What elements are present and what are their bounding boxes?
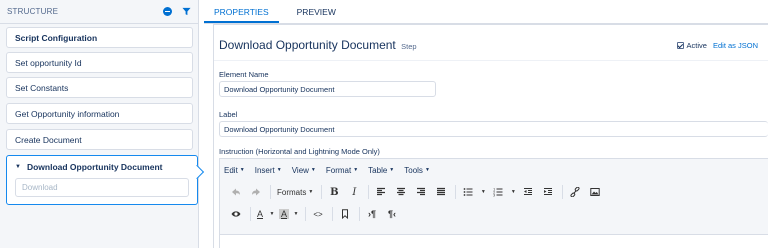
menu-label: Edit <box>224 165 238 175</box>
editor-toolbar-area: Edit ▼ Insert ▼ View ▼ Format ▼ Table ▼ Tools… <box>220 159 768 235</box>
properties-area: PROPERTIES PREVIEW Download Opportunity … <box>204 0 768 248</box>
menu-format[interactable]: Format ▼ <box>326 166 358 175</box>
menu-label: Table <box>368 165 388 175</box>
step-set-constants[interactable]: Set Constants <box>6 77 193 98</box>
tab-bar: PROPERTIES PREVIEW <box>204 0 768 24</box>
menu-label: View <box>291 165 309 175</box>
element-title-text: Download Opportunity Document <box>219 38 396 52</box>
step-script-configuration[interactable]: Script Configuration <box>6 27 193 48</box>
header-divider <box>214 60 768 61</box>
tab-preview[interactable]: PREVIEW <box>287 7 346 23</box>
menu-table[interactable]: Table ▼ <box>368 166 394 175</box>
menu-edit[interactable]: Edit ▼ <box>224 166 245 175</box>
outdent-icon[interactable] <box>519 184 537 200</box>
bullet-list-dropdown-icon[interactable]: ▼ <box>479 184 487 200</box>
instruction-label: Instruction (Horizontal and Lightning Mo… <box>219 147 380 156</box>
align-justify-icon[interactable] <box>432 184 450 200</box>
bookmark-icon[interactable] <box>336 206 354 222</box>
rtl-direction-icon[interactable]: ¶‹ <box>383 206 401 222</box>
label-input[interactable]: Download Opportunity Document <box>219 121 768 137</box>
preview-eye-icon[interactable] <box>227 206 245 222</box>
toolbar-separator <box>562 185 564 199</box>
active-step-header[interactable]: ▼ Download Opportunity Document <box>7 156 197 178</box>
active-toggle: Active Edit as JSON <box>676 41 758 50</box>
bullet-list-icon[interactable] <box>459 184 477 200</box>
toolbar-separator <box>305 207 306 221</box>
editor-toolbar-row-2: A ▼ A ▼ <> ›¶ ¶‹ <box>220 203 768 225</box>
numbered-list-icon[interactable]: 123 <box>489 184 507 200</box>
editor-menubar: Edit ▼ Insert ▼ View ▼ Format ▼ Table ▼ Tools… <box>220 159 768 181</box>
undo-icon[interactable] <box>227 184 245 200</box>
editor-content-area[interactable] <box>220 235 768 248</box>
image-icon[interactable] <box>586 184 604 200</box>
step-download-opportunity-document[interactable]: ▼ Download Opportunity Document Download <box>6 155 198 205</box>
structure-panel: STRUCTURE Script Configuration Set oppor… <box>0 0 199 248</box>
properties-panel: Download Opportunity Document Step Activ… <box>213 24 768 248</box>
active-label: Active <box>686 41 707 50</box>
element-name-value: Download Opportunity Document <box>224 84 335 94</box>
menu-label: Format <box>325 165 352 175</box>
element-title: Download Opportunity Document Step <box>219 38 417 52</box>
step-label: Script Configuration <box>15 32 98 43</box>
step-label: Set Constants <box>15 82 69 93</box>
formats-label: Formats <box>277 187 307 197</box>
toolbar-separator <box>368 185 370 199</box>
edit-as-json-link[interactable]: Edit as JSON <box>713 41 758 50</box>
caret-down-icon[interactable]: ▼ <box>15 164 21 170</box>
source-code-icon[interactable]: <> <box>309 206 327 222</box>
text-color-dropdown-icon[interactable]: ▼ <box>268 206 276 222</box>
menu-insert[interactable]: Insert ▼ <box>255 166 282 175</box>
italic-icon[interactable]: I <box>345 184 363 200</box>
step-label: Get Opportunity information <box>15 108 120 119</box>
background-color-dropdown-icon[interactable]: ▼ <box>292 206 300 222</box>
element-type: Step <box>401 42 417 51</box>
background-color-icon[interactable]: A <box>278 206 290 222</box>
menu-tools[interactable]: Tools ▼ <box>404 166 430 175</box>
step-label: Set opportunity Id <box>15 57 82 68</box>
label-field-label: Label <box>219 110 238 119</box>
toolbar-separator <box>359 207 360 221</box>
align-center-icon[interactable] <box>392 184 410 200</box>
align-right-icon[interactable] <box>412 184 430 200</box>
toolbar-separator <box>270 185 271 199</box>
bold-icon[interactable]: B <box>325 184 343 200</box>
child-element-label: Download <box>22 183 58 192</box>
link-icon[interactable] <box>566 184 584 200</box>
step-create-document[interactable]: Create Document <box>6 129 193 150</box>
menu-view[interactable]: View ▼ <box>292 166 316 175</box>
numbered-list-dropdown-icon[interactable]: ▼ <box>509 184 517 200</box>
align-left-icon[interactable] <box>372 184 390 200</box>
tab-properties[interactable]: PROPERTIES <box>204 7 279 23</box>
text-color-icon[interactable]: A <box>254 206 266 222</box>
step-label: Create Document <box>15 134 82 145</box>
menu-label: Tools <box>404 165 423 175</box>
toolbar-separator <box>250 207 251 221</box>
element-name-input[interactable]: Download Opportunity Document <box>219 81 436 97</box>
collapse-all-icon[interactable] <box>163 7 172 16</box>
structure-title: STRUCTURE <box>7 7 59 16</box>
structure-header: STRUCTURE <box>0 0 198 24</box>
rich-text-editor: Edit ▼ Insert ▼ View ▼ Format ▼ Table ▼ Tools… <box>219 158 768 248</box>
toolbar-separator <box>321 185 323 199</box>
filter-icon[interactable] <box>182 7 191 16</box>
indent-icon[interactable] <box>539 184 557 200</box>
element-name-label: Element Name <box>219 70 269 79</box>
active-checkbox[interactable] <box>676 42 684 49</box>
toolbar-separator <box>455 185 457 199</box>
editor-toolbar-row-1: Formats ▼ B I ▼ 1 2 3 ▼ <box>220 181 768 203</box>
menu-label: Insert <box>254 165 275 175</box>
child-element-download[interactable]: Download <box>15 178 189 197</box>
ltr-direction-icon[interactable]: ›¶ <box>363 206 381 222</box>
active-step-label: Download Opportunity Document <box>26 162 163 172</box>
formats-dropdown[interactable]: Formats ▼ <box>274 184 316 200</box>
toolbar-separator <box>332 207 333 221</box>
svg-text:3: 3 <box>493 193 495 197</box>
redo-icon[interactable] <box>247 184 265 200</box>
step-set-opportunity-id[interactable]: Set opportunity Id <box>6 52 193 73</box>
step-get-opportunity-information[interactable]: Get Opportunity information <box>6 103 193 124</box>
label-value: Download Opportunity Document <box>224 124 335 134</box>
